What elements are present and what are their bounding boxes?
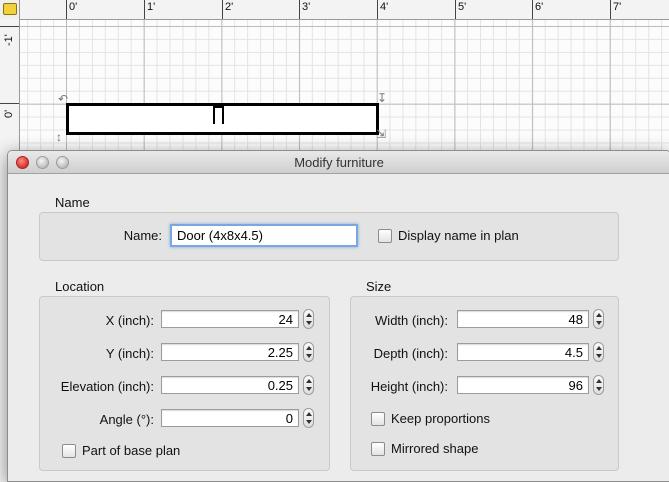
depth-stepper[interactable]: [593, 342, 604, 362]
ruler-tick: [532, 0, 533, 19]
depth-label: Depth (inch):: [373, 346, 448, 361]
display-name-label: Display name in plan: [398, 228, 519, 243]
ruler-tick: [377, 0, 378, 19]
ruler-label: -1': [3, 34, 15, 46]
ruler-tick: [0, 26, 19, 27]
y-label: Y (inch):: [105, 346, 154, 361]
x-stepper[interactable]: [303, 309, 314, 329]
ruler-corner: [0, 0, 19, 19]
ruler-label: 5': [458, 1, 467, 13]
modify-furniture-dialog: Modify furniture Name Name: Display name…: [7, 150, 669, 482]
resize-handle-icon[interactable]: ⇲: [376, 127, 386, 141]
folder-icon: [3, 3, 17, 15]
angle-input[interactable]: 0: [161, 409, 299, 427]
elevation-stepper[interactable]: [303, 375, 314, 395]
size-group: Width (inch): 48 Depth (inch): 4.5 Heigh…: [350, 296, 619, 471]
width-input[interactable]: 48: [457, 310, 589, 328]
door-icon: [213, 106, 224, 124]
ruler-label: 7': [613, 1, 622, 13]
location-group: X (inch): 24 Y (inch): 2.25 Elevation (i…: [39, 296, 330, 471]
ruler-tick: [222, 0, 223, 19]
y-stepper[interactable]: [303, 342, 314, 362]
elevation-handle-icon[interactable]: ↕: [56, 130, 62, 144]
ruler-label: 4': [380, 1, 389, 13]
keep-proportions-label: Keep proportions: [391, 411, 491, 426]
ruler-tick: [299, 0, 300, 19]
ruler-tick: [0, 103, 19, 104]
height-input[interactable]: 96: [457, 376, 589, 394]
height-handle-icon[interactable]: ↧: [377, 91, 387, 105]
base-plan-label: Part of base plan: [82, 443, 181, 458]
ruler-label: 3': [302, 1, 311, 13]
depth-input[interactable]: 4.5: [457, 343, 589, 361]
ruler-label: 1': [147, 1, 156, 13]
ruler-tick: [144, 0, 145, 19]
ruler-label: 0': [69, 1, 78, 13]
ruler-tick: [66, 0, 67, 19]
horizontal-ruler: 0' 1' 2' 3' 4' 5' 6' 7': [0, 0, 669, 20]
dialog-title: Modify furniture: [294, 155, 384, 170]
angle-stepper[interactable]: [303, 408, 314, 428]
base-plan-checkbox[interactable]: [62, 444, 76, 458]
rotate-handle-icon[interactable]: ↶: [58, 92, 68, 106]
width-label: Width (inch):: [375, 313, 448, 328]
location-section-title: Location: [55, 279, 105, 294]
mirrored-shape-label: Mirrored shape: [391, 441, 479, 456]
dialog-titlebar[interactable]: Modify furniture: [8, 151, 669, 174]
name-input[interactable]: [170, 224, 358, 247]
elevation-label: Elevation (inch):: [60, 379, 154, 394]
size-section-title: Size: [366, 279, 392, 294]
ruler-tick: [610, 0, 611, 19]
width-stepper[interactable]: [593, 309, 604, 329]
ruler-label: 6': [535, 1, 544, 13]
keep-proportions-checkbox[interactable]: [371, 412, 385, 426]
name-group: Name: Display name in plan: [39, 212, 619, 261]
y-input[interactable]: 2.25: [161, 343, 299, 361]
name-label: Name:: [123, 228, 162, 243]
name-section-title: Name: [55, 195, 90, 210]
display-name-checkbox[interactable]: [378, 229, 392, 243]
ruler-label: 0': [3, 109, 15, 118]
height-stepper[interactable]: [593, 375, 604, 395]
height-label: Height (inch):: [370, 379, 448, 394]
ruler-label: 2': [225, 1, 234, 13]
ruler-tick: [455, 0, 456, 19]
mirrored-shape-checkbox[interactable]: [371, 442, 385, 456]
angle-label: Angle (°):: [99, 412, 154, 427]
elevation-input[interactable]: 0.25: [161, 376, 299, 394]
x-label: X (inch):: [105, 313, 154, 328]
x-input[interactable]: 24: [161, 310, 299, 328]
